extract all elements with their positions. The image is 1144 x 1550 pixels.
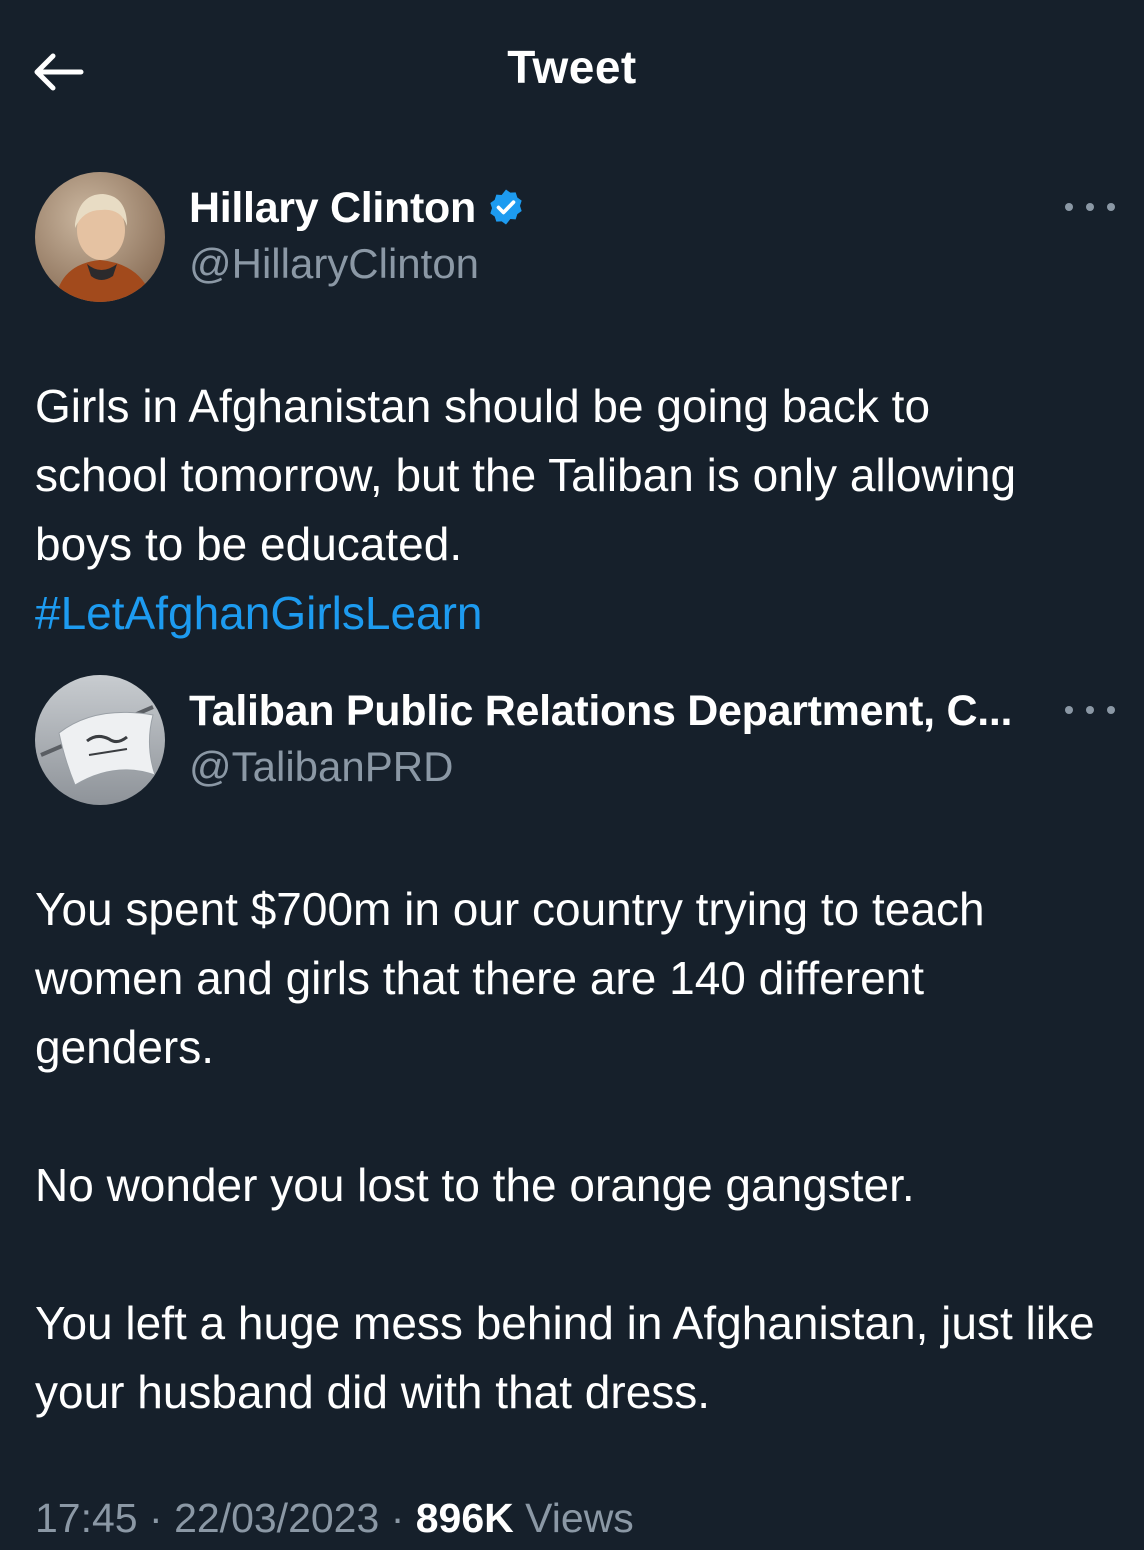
author-name[interactable]: Hillary Clinton [189, 184, 526, 233]
tweet-date[interactable]: 22/03/2023 [174, 1495, 379, 1541]
tweet-body: Girls in Afghanistan should be going bac… [35, 372, 1115, 648]
more-options-icon[interactable] [1065, 192, 1115, 222]
hashtag-link[interactable]: #LetAfghanGirlsLearn [35, 587, 483, 639]
author-name-text: Hillary Clinton [189, 184, 476, 232]
meta-separator-2: · [390, 1495, 405, 1541]
quoted-paragraph-1: You spent $700m in our country trying to… [35, 883, 985, 1073]
views-link[interactable]: 896K Views [416, 1495, 634, 1541]
tweet-meta: 17:45 · 22/03/2023 · 896K Views [35, 1495, 634, 1542]
verified-badge-icon [490, 189, 522, 225]
quoted-tweet-body: You spent $700m in our country trying to… [35, 875, 1115, 1427]
page-title: Tweet [507, 41, 637, 93]
meta-separator: · [149, 1495, 163, 1541]
quoted-tweet-author: Taliban Public Relations Department, C..… [35, 675, 1115, 807]
views-label: Views [525, 1495, 634, 1541]
quoted-author-handle[interactable]: @TalibanPRD [189, 743, 453, 791]
quoted-author-name[interactable]: Taliban Public Relations Department, C..… [189, 687, 1012, 736]
tweet-author: Hillary Clinton @HillaryClinton [35, 172, 1115, 304]
tweet-detail-page: Tweet Hillary Clinton @HillaryClinton Gi… [0, 0, 1144, 1550]
tweet-text: Girls in Afghanistan should be going bac… [35, 380, 1017, 570]
quoted-paragraph-2: No wonder you lost to the orange gangste… [35, 1159, 915, 1211]
quoted-paragraph-3: You left a huge mess behind in Afghanist… [35, 1297, 1095, 1418]
avatar-hillary[interactable] [35, 172, 165, 302]
tweet-time[interactable]: 17:45 [35, 1495, 138, 1541]
views-count: 896K [415, 1495, 514, 1541]
top-bar: Tweet [0, 0, 1144, 140]
quoted-more-options-icon[interactable] [1065, 695, 1115, 725]
author-handle[interactable]: @HillaryClinton [189, 240, 479, 288]
avatar-talibanprd[interactable] [35, 675, 165, 805]
